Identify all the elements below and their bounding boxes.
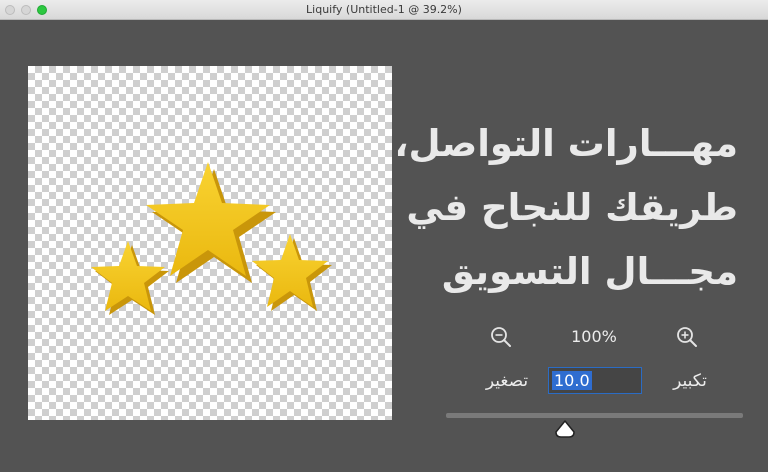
title-bar: Liquify (Untitled-1 @ 39.2%) — [0, 0, 768, 20]
brush-size-value: 10.0 — [552, 371, 592, 390]
arabic-heading: مهـــارات التواصل، طريقك للنجاح في مجـــ… — [394, 112, 738, 304]
left-star-icon — [91, 241, 169, 315]
zoom-out-icon[interactable] — [490, 326, 512, 348]
heading-line-3: مجـــال التسويق — [441, 250, 738, 293]
shrink-label: تصغير — [485, 371, 529, 391]
heading-line-1: مهـــارات التواصل، — [394, 122, 738, 165]
heading-line-2: طريقك للنجاح في — [406, 186, 738, 229]
liquify-window: Liquify (Untitled-1 @ 39.2%) مهـــارات ا… — [0, 0, 768, 472]
center-star-icon — [146, 162, 276, 283]
right-star-icon — [252, 234, 332, 311]
window-title: Liquify (Untitled-1 @ 39.2%) — [306, 3, 462, 16]
gold-stars-image — [91, 162, 332, 315]
liquify-canvas[interactable] — [28, 66, 392, 420]
zoom-in-icon[interactable] — [676, 326, 698, 348]
enlarge-label: تكبير — [673, 371, 707, 391]
zoom-level: 100% — [571, 327, 617, 346]
brush-size-slider-thumb[interactable] — [554, 419, 576, 439]
brush-size-slider-track[interactable] — [446, 413, 743, 418]
brush-size-input[interactable]: 10.0 — [548, 367, 642, 394]
